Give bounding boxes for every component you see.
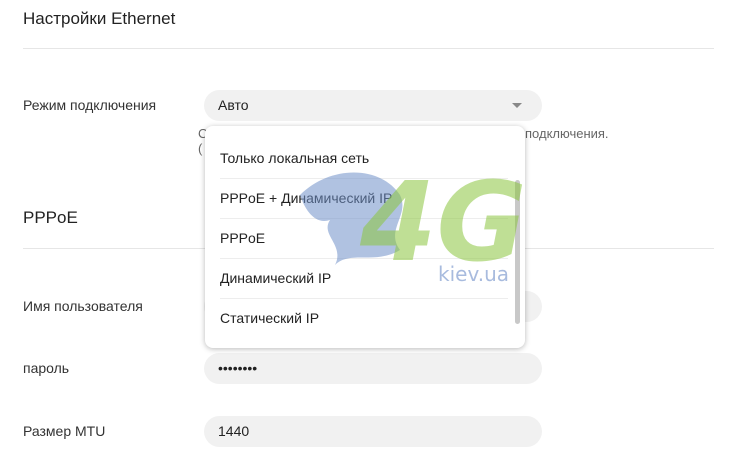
- connection-mode-value: Авто: [218, 97, 249, 113]
- connection-mode-label: Режим подключения: [23, 97, 157, 113]
- dropdown-option[interactable]: Статический IP: [220, 298, 508, 338]
- username-label: Имя пользователя: [23, 298, 143, 314]
- dropdown-option[interactable]: Динамический IP: [220, 258, 508, 299]
- ethernet-section-title: Настройки Ethernet: [23, 9, 176, 28]
- dropdown-option[interactable]: PPPoE: [220, 218, 508, 259]
- password-label: пароль: [23, 360, 70, 376]
- password-input[interactable]: ••••••••: [204, 353, 542, 384]
- divider: [23, 48, 714, 49]
- connection-mode-select[interactable]: Авто: [204, 90, 542, 121]
- pppoe-section-title: PPPoE: [23, 208, 78, 227]
- mtu-label: Размер MTU: [23, 423, 106, 439]
- connection-mode-dropdown[interactable]: Только локальная сеть PPPoE + Динамическ…: [205, 126, 525, 348]
- dropdown-option[interactable]: Только локальная сеть: [220, 138, 508, 179]
- chevron-down-icon[interactable]: [512, 103, 522, 108]
- dropdown-scrollbar[interactable]: [515, 180, 520, 324]
- mode-hint-right: подключения.: [525, 126, 609, 141]
- mtu-input[interactable]: 1440: [204, 416, 542, 447]
- dropdown-option[interactable]: PPPoE + Динамический IP: [220, 178, 508, 219]
